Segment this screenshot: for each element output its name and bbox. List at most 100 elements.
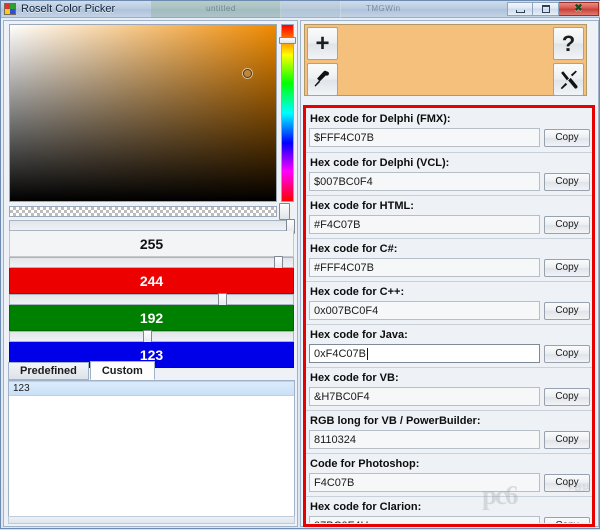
tab-label: Custom <box>101 364 143 377</box>
code-field-input[interactable]: #FFF4C07B <box>309 258 540 277</box>
alpha-slider-track[interactable] <box>9 219 295 234</box>
copy-button[interactable]: Copy <box>544 172 590 191</box>
code-field-input[interactable]: 0xF4C07B <box>309 344 540 363</box>
background-window-b <box>281 1 341 18</box>
minimize-button[interactable] <box>507 2 533 16</box>
copy-button[interactable]: Copy <box>544 258 590 277</box>
red-channel: 244 <box>9 256 294 294</box>
code-field: Hex code for Clarion: 07BC0F4H Copy <box>306 496 592 523</box>
color-preview-swatch <box>304 24 587 96</box>
code-field-label: Hex code for C++: <box>310 286 405 298</box>
code-field-input[interactable]: 07BC0F4H <box>309 516 540 523</box>
code-field-label: RGB long for VB / PowerBuilder: <box>310 415 481 427</box>
code-field-row: F4C07B Copy <box>306 473 592 492</box>
green-value: 192 <box>9 305 294 331</box>
code-field-row: 0xF4C07B Copy <box>306 344 592 363</box>
saturation-value-cursor[interactable] <box>243 69 252 78</box>
copy-button[interactable]: Copy <box>544 473 590 492</box>
background-window-a-label: untitled <box>206 4 236 13</box>
red-slider-track[interactable] <box>9 256 294 271</box>
tab-predefined[interactable]: Predefined <box>8 362 89 380</box>
window-body: 255 244 192 123 Predefined Custom 123 + … <box>1 18 600 530</box>
code-field: Code for Photoshop: F4C07B Copy <box>306 453 592 496</box>
swatch-list-hscrollbar[interactable] <box>8 516 295 524</box>
alpha-transparency-bar[interactable] <box>9 206 277 217</box>
hue-slider-thumb[interactable] <box>279 37 296 44</box>
color-code-fields: Hex code for Delphi (FMX): $FFF4C07B Copy H… <box>306 109 592 523</box>
close-button[interactable]: ✖ <box>559 2 599 16</box>
copy-button-label: Copy <box>555 132 579 143</box>
maximize-icon <box>541 5 550 13</box>
app-icon <box>4 3 16 15</box>
eyedropper-icon <box>314 70 329 87</box>
window-controls: ✖ <box>507 2 599 16</box>
list-item[interactable]: 123 <box>9 381 294 396</box>
help-button[interactable]: ? <box>553 27 584 60</box>
code-field-input[interactable]: $FFF4C07B <box>309 128 540 147</box>
code-field-input[interactable]: 8110324 <box>309 430 540 449</box>
options-button[interactable] <box>553 63 584 96</box>
code-field: RGB long for VB / PowerBuilder: 8110324 Co… <box>306 410 592 453</box>
hue-slider[interactable] <box>281 24 294 202</box>
code-field: Hex code for Delphi (VCL): $007BC0F4 Copy <box>306 152 592 195</box>
copy-button[interactable]: Copy <box>544 430 590 449</box>
question-mark-icon: ? <box>561 30 576 56</box>
copy-button-label: Copy <box>555 176 579 187</box>
copy-button-label: Copy <box>555 434 579 445</box>
green-slider-track[interactable] <box>9 293 294 308</box>
copy-button[interactable]: Copy <box>544 387 590 406</box>
copy-button-label: Copy <box>555 305 579 316</box>
code-field-value: 8110324 <box>314 433 357 446</box>
code-field-input[interactable]: 0x007BC0F4 <box>309 301 540 320</box>
code-field-input[interactable]: #F4C07B <box>309 215 540 234</box>
code-field-value: #FFF4C07B <box>314 261 374 274</box>
code-field-input[interactable]: $007BC0F4 <box>309 172 540 191</box>
copy-button[interactable]: Copy <box>544 344 590 363</box>
code-field-value: $007BC0F4 <box>314 175 373 188</box>
alpha-channel: 255 <box>9 219 295 257</box>
code-field-label: Hex code for C#: <box>310 243 398 255</box>
eyedropper-button[interactable] <box>307 63 338 96</box>
title-bar: Roselt Color Picker untitled TMGWin ✖ <box>1 1 600 18</box>
code-field-label: Hex code for Java: <box>310 329 408 341</box>
saturation-value-gradient[interactable] <box>9 24 277 202</box>
tools-icon <box>560 70 578 89</box>
color-output-pane: + ? Hex code for Delphi (FMX): $FFF4C07B… <box>300 20 599 527</box>
code-field: Hex code for C++: 0x007BC0F4 Copy <box>306 281 592 324</box>
copy-button[interactable]: Copy <box>544 128 590 147</box>
code-field-value: #F4C07B <box>314 218 361 231</box>
copy-button[interactable]: Copy <box>544 301 590 320</box>
copy-button[interactable]: Copy <box>544 215 590 234</box>
swatch-list[interactable]: 123 <box>8 381 295 520</box>
green-channel: 192 <box>9 293 294 331</box>
copy-button-label: Copy <box>555 262 579 273</box>
alpha-value: 255 <box>9 231 294 257</box>
code-field-row: #F4C07B Copy <box>306 215 592 234</box>
red-value: 244 <box>9 268 294 294</box>
copy-button[interactable]: Copy <box>544 516 590 523</box>
code-field-input[interactable]: &H7BC0F4 <box>309 387 540 406</box>
code-field-value: $FFF4C07B <box>314 131 374 144</box>
add-color-button[interactable]: + <box>307 27 338 60</box>
text-caret <box>366 347 368 360</box>
code-field-input[interactable]: F4C07B <box>309 473 540 492</box>
copy-button-label: Copy <box>555 391 579 402</box>
color-selection-pane: 255 244 192 123 Predefined Custom 123 <box>3 20 298 527</box>
code-field-label: Code for Photoshop: <box>310 458 420 470</box>
code-field-label: Hex code for VB: <box>310 372 399 384</box>
code-field-value: 0x007BC0F4 <box>314 304 379 317</box>
code-field-label: Hex code for Delphi (FMX): <box>310 113 451 125</box>
maximize-button[interactable] <box>533 2 559 16</box>
blue-slider-track[interactable] <box>9 330 294 345</box>
code-field-row: &H7BC0F4 Copy <box>306 387 592 406</box>
code-field: Hex code for HTML: #F4C07B Copy <box>306 195 592 238</box>
code-field-value: &H7BC0F4 <box>314 390 370 403</box>
copy-button-label: Copy <box>555 520 578 523</box>
copy-button-label: Copy <box>555 348 579 359</box>
alpha-bar-thumb[interactable] <box>279 203 290 220</box>
saturation-value-area[interactable] <box>9 24 277 202</box>
tab-custom[interactable]: Custom <box>89 361 155 380</box>
code-field-row: $007BC0F4 Copy <box>306 172 592 191</box>
code-field: Hex code for C#: #FFF4C07B Copy <box>306 238 592 281</box>
tab-label: Predefined <box>20 365 77 377</box>
